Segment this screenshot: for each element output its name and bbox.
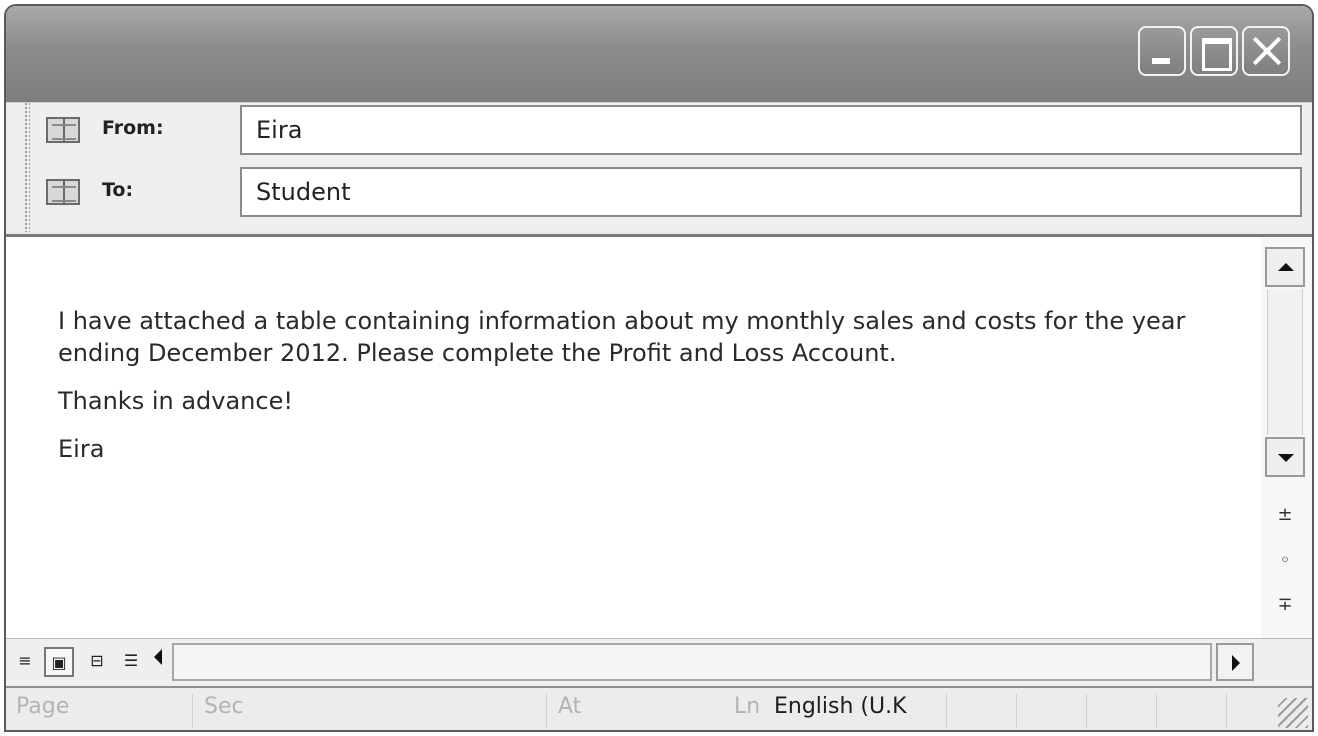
scroll-down-icon — [1278, 454, 1294, 462]
status-separator — [1156, 694, 1157, 728]
status-separator — [192, 694, 193, 728]
resize-grip[interactable] — [1278, 698, 1308, 728]
status-separator — [546, 694, 547, 728]
scroll-left-icon[interactable] — [154, 649, 162, 665]
to-field[interactable]: Student — [240, 167, 1302, 217]
status-at: At — [558, 694, 582, 719]
email-window: From: Eira To: Student I have attached a… — [4, 4, 1314, 732]
status-line: Ln — [734, 694, 761, 719]
message-text: I have attached a table containing infor… — [58, 305, 1238, 481]
status-separator — [1226, 694, 1227, 728]
web-layout-view-icon[interactable]: ▣ — [44, 647, 74, 677]
from-value: Eira — [256, 116, 303, 144]
scroll-down-button[interactable] — [1265, 437, 1305, 477]
scroll-right-button[interactable] — [1216, 643, 1254, 681]
scroll-right-icon — [1232, 655, 1240, 671]
horizontal-scroll-track[interactable] — [172, 643, 1212, 681]
to-value: Student — [256, 178, 351, 206]
title-bar[interactable] — [6, 6, 1312, 102]
from-row: From: Eira — [42, 105, 1302, 155]
next-page-icon[interactable]: ∓ — [1273, 593, 1297, 617]
vertical-scrollbar[interactable]: ± ◦ ∓ — [1261, 234, 1312, 638]
previous-page-icon[interactable]: ± — [1273, 503, 1297, 527]
message-body[interactable]: I have attached a table containing infor… — [6, 234, 1261, 638]
message-closing: Thanks in advance! — [58, 387, 293, 415]
vertical-scroll-track[interactable] — [1267, 289, 1303, 435]
status-separator — [1016, 694, 1017, 728]
status-bar: Page Sec At Ln English (U.K — [6, 686, 1312, 730]
message-paragraph: I have attached a table containing infor… — [58, 307, 1186, 367]
from-field[interactable]: Eira — [240, 105, 1302, 155]
status-page: Page — [16, 694, 70, 719]
toolbar-grip[interactable] — [24, 102, 30, 232]
minimize-button[interactable] — [1138, 26, 1186, 76]
print-layout-view-icon[interactable]: ⊟ — [82, 647, 112, 677]
scroll-up-icon — [1278, 263, 1294, 271]
normal-view-icon[interactable]: ≡ — [10, 647, 40, 677]
address-book-icon[interactable] — [46, 179, 80, 205]
status-separator — [946, 694, 947, 728]
from-label: From: — [102, 117, 164, 139]
outline-view-icon[interactable]: ☰ — [116, 647, 146, 677]
to-row: To: Student — [42, 167, 1302, 217]
horizontal-bar: ≡ ▣ ⊟ ☰ — [6, 638, 1312, 686]
status-language[interactable]: English (U.K — [774, 694, 907, 719]
status-separator — [1086, 694, 1087, 728]
select-browse-object-icon[interactable]: ◦ — [1273, 549, 1297, 573]
to-label: To: — [102, 179, 134, 201]
address-header: From: Eira To: Student — [6, 102, 1312, 232]
message-signature: Eira — [58, 435, 105, 463]
scroll-up-button[interactable] — [1265, 247, 1305, 287]
status-section: Sec — [204, 694, 244, 719]
address-book-icon[interactable] — [46, 117, 80, 143]
close-button[interactable] — [1242, 26, 1290, 76]
maximize-button[interactable] — [1190, 26, 1238, 76]
